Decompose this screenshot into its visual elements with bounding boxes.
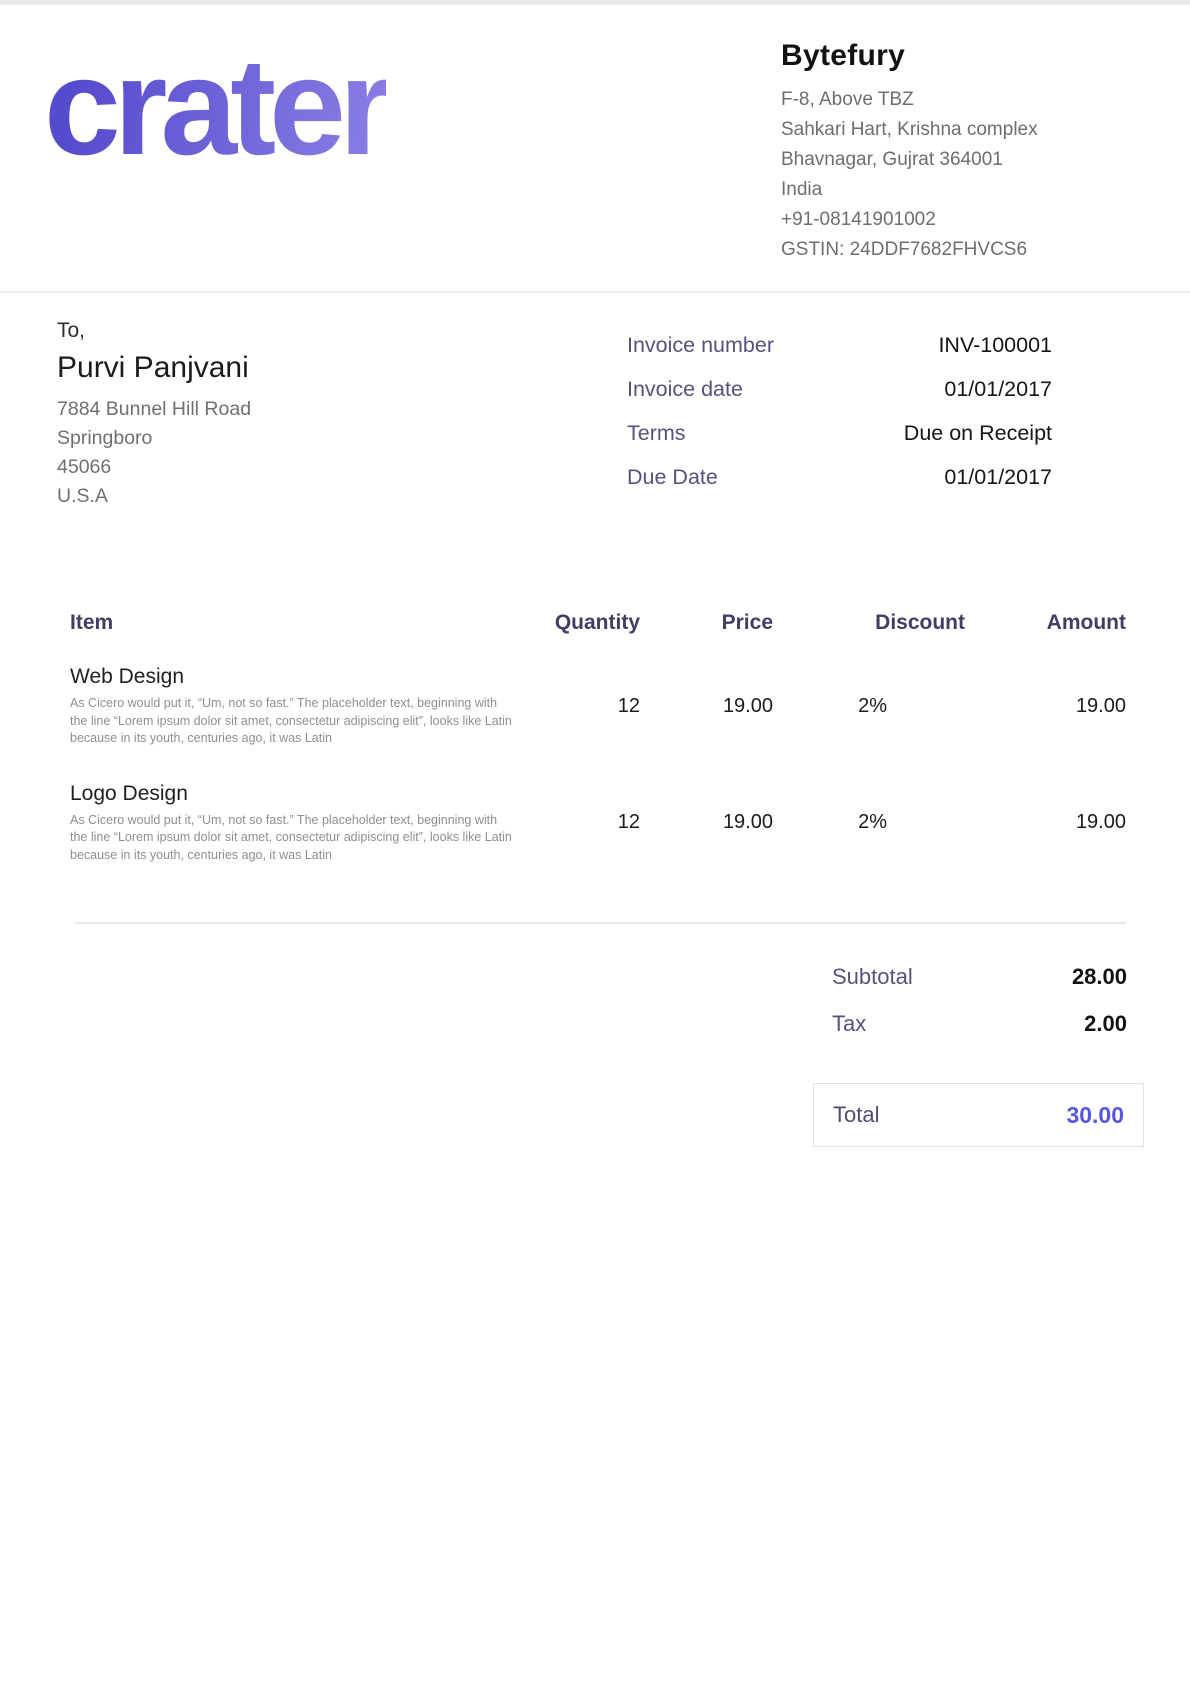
invoice-number-label: Invoice number <box>627 333 774 358</box>
customer-address: 7884 Bunnel Hill Road Springboro 45066 U… <box>57 395 251 511</box>
company-address-line: Bhavnagar, Gujrat 364001 <box>781 145 1063 175</box>
customer-address-line: Springboro <box>57 424 251 453</box>
total-box: Total 30.00 <box>813 1083 1144 1147</box>
due-date-value: 01/01/2017 <box>944 465 1052 490</box>
items-table: Item Quantity Price Discount Amount Web … <box>0 611 1190 864</box>
customer-address-line: U.S.A <box>57 482 251 511</box>
item-description: As Cicero would put it, “Um, not so fast… <box>70 812 515 865</box>
header-quantity: Quantity <box>529 611 640 635</box>
customer-address-line: 7884 Bunnel Hill Road <box>57 395 251 424</box>
invoice-date-value: 01/01/2017 <box>944 377 1052 402</box>
company-address-line: India <box>781 175 1063 205</box>
bill-to-block: To, Purvi Panjvani 7884 Bunnel Hill Road… <box>57 319 251 511</box>
total-label: Total <box>833 1102 879 1128</box>
totals-block: Subtotal 28.00 Tax 2.00 <box>0 964 1190 1058</box>
item-quantity: 12 <box>529 811 640 834</box>
invoice-meta-block: Invoice number INV-100001 Invoice date 0… <box>627 333 1052 511</box>
company-phone: +91-08141901002 <box>781 205 1063 235</box>
invoice-meta-row: Due Date 01/01/2017 <box>627 465 1052 490</box>
invoice-meta-row: Invoice number INV-100001 <box>627 333 1052 358</box>
item-cell: Logo Design As Cicero would put it, “Um,… <box>70 782 529 865</box>
item-amount: 19.00 <box>965 811 1126 834</box>
tax-row: Tax 2.00 <box>832 1011 1127 1037</box>
company-address-line: Sahkari Hart, Krishna complex <box>781 115 1063 145</box>
company-block: Bytefury F-8, Above TBZ Sahkari Hart, Kr… <box>781 39 1063 291</box>
item-cell: Web Design As Cicero would put it, “Um, … <box>70 665 529 748</box>
company-gstin: GSTIN: 24DDF7682FHVCS6 <box>781 235 1063 265</box>
total-value: 30.00 <box>1066 1102 1124 1129</box>
header-amount: Amount <box>965 611 1126 635</box>
invoice-info-section: To, Purvi Panjvani 7884 Bunnel Hill Road… <box>0 293 1190 511</box>
total-box-wrap: Total 30.00 <box>0 1083 1190 1147</box>
company-name: Bytefury <box>781 39 1063 73</box>
item-name: Web Design <box>70 665 529 689</box>
header-item: Item <box>70 611 529 635</box>
invoice-header: crater Bytefury F-8, Above TBZ Sahkari H… <box>0 5 1190 293</box>
crater-logo: crater <box>44 35 386 291</box>
items-table-header: Item Quantity Price Discount Amount <box>70 611 1126 635</box>
tax-value: 2.00 <box>1084 1011 1127 1037</box>
tax-label: Tax <box>832 1011 866 1037</box>
invoice-meta-row: Invoice date 01/01/2017 <box>627 377 1052 402</box>
subtotal-label: Subtotal <box>832 964 913 990</box>
terms-value: Due on Receipt <box>904 421 1052 446</box>
item-name: Logo Design <box>70 782 529 806</box>
bill-to-label: To, <box>57 319 251 343</box>
totals-divider <box>75 922 1126 924</box>
company-address-line: F-8, Above TBZ <box>781 85 1063 115</box>
company-address: F-8, Above TBZ Sahkari Hart, Krishna com… <box>781 85 1063 265</box>
item-row: Logo Design As Cicero would put it, “Um,… <box>70 782 1126 865</box>
terms-label: Terms <box>627 421 686 446</box>
item-description: As Cicero would put it, “Um, not so fast… <box>70 695 515 748</box>
customer-address-line: 45066 <box>57 453 251 482</box>
due-date-label: Due Date <box>627 465 718 490</box>
item-discount: 2% <box>773 811 965 834</box>
invoice-number-value: INV-100001 <box>938 333 1052 358</box>
item-quantity: 12 <box>529 695 640 718</box>
subtotal-value: 28.00 <box>1072 964 1127 990</box>
invoice-meta-row: Terms Due on Receipt <box>627 421 1052 446</box>
item-discount: 2% <box>773 695 965 718</box>
subtotal-row: Subtotal 28.00 <box>832 964 1127 990</box>
invoice-page: crater Bytefury F-8, Above TBZ Sahkari H… <box>0 0 1190 1684</box>
item-row: Web Design As Cicero would put it, “Um, … <box>70 665 1126 748</box>
item-price: 19.00 <box>640 695 773 718</box>
header-price: Price <box>640 611 773 635</box>
customer-name: Purvi Panjvani <box>57 351 251 385</box>
item-price: 19.00 <box>640 811 773 834</box>
invoice-date-label: Invoice date <box>627 377 743 402</box>
header-discount: Discount <box>773 611 965 635</box>
item-amount: 19.00 <box>965 695 1126 718</box>
